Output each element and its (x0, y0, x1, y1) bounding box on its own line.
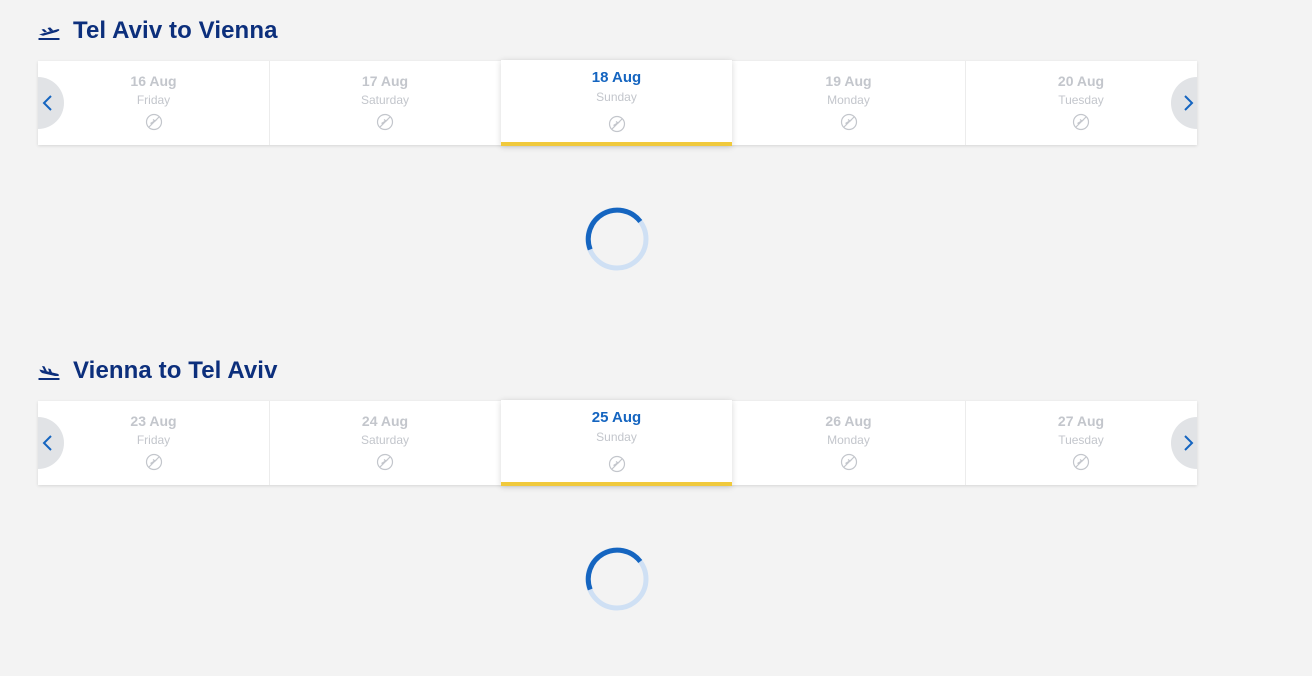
day-weekday: Sunday (596, 90, 637, 104)
day-weekday: Saturday (360, 93, 410, 107)
no-flights-icon (376, 453, 394, 471)
no-flights-icon (608, 115, 625, 133)
day-weekday: Monday (827, 93, 870, 107)
day-weekday: Sunday (596, 430, 637, 444)
chevron-right-icon (1183, 95, 1193, 111)
outbound-day-option[interactable]: 19 Aug Monday (733, 61, 964, 145)
day-date: 18 Aug (591, 69, 642, 86)
day-date: 25 Aug (591, 409, 642, 426)
day-weekday: Saturday (360, 433, 410, 447)
no-flights-icon (145, 453, 162, 471)
no-flights-icon (608, 455, 625, 473)
day-date: 20 Aug (1057, 73, 1105, 89)
outbound-day-option-selected[interactable]: 18 Aug Sunday (501, 60, 732, 146)
day-weekday: Tuesday (1058, 93, 1104, 107)
day-weekday: Friday (136, 93, 171, 107)
plane-departure-icon (37, 21, 61, 41)
day-weekday: Friday (136, 433, 171, 447)
return-title: Vienna to Tel Aviv (73, 357, 278, 384)
selected-indicator (501, 142, 732, 146)
return-date-strip: 23 Aug Friday 24 Aug Saturday 25 Aug Sun… (38, 400, 1197, 486)
outbound-day-option[interactable]: 17 Aug Saturday (269, 61, 500, 145)
chevron-right-icon (1183, 435, 1193, 451)
return-next-dates-button[interactable] (1171, 417, 1197, 469)
no-flights-icon (145, 113, 162, 131)
day-date: 17 Aug (361, 73, 409, 89)
day-weekday: Tuesday (1058, 433, 1104, 447)
day-date: 16 Aug (130, 73, 177, 89)
outbound-prev-dates-button[interactable] (38, 77, 64, 129)
day-date: 27 Aug (1057, 413, 1105, 429)
no-flights-icon (376, 113, 394, 131)
return-day-option[interactable]: 23 Aug Friday (38, 401, 269, 485)
day-date: 23 Aug (130, 413, 177, 429)
selected-indicator (501, 482, 732, 486)
loading-spinner-icon (585, 547, 649, 611)
outbound-heading: Tel Aviv to Vienna (37, 14, 278, 48)
outbound-day-option[interactable]: 16 Aug Friday (38, 61, 269, 145)
plane-arrival-icon (37, 361, 61, 381)
outbound-title: Tel Aviv to Vienna (73, 17, 278, 44)
return-heading: Vienna to Tel Aviv (37, 354, 278, 388)
return-day-option[interactable]: 24 Aug Saturday (269, 401, 500, 485)
day-date: 19 Aug (825, 73, 872, 89)
loading-spinner-icon (585, 207, 649, 271)
no-flights-icon (1072, 453, 1090, 471)
no-flights-icon (840, 453, 857, 471)
return-prev-dates-button[interactable] (38, 417, 64, 469)
return-day-option[interactable]: 27 Aug Tuesday (965, 401, 1196, 485)
day-date: 24 Aug (361, 413, 409, 429)
return-day-option[interactable]: 26 Aug Monday (733, 401, 964, 485)
no-flights-icon (840, 113, 857, 131)
no-flights-icon (1072, 113, 1090, 131)
chevron-left-icon (42, 435, 52, 451)
chevron-left-icon (42, 95, 52, 111)
day-weekday: Monday (827, 433, 870, 447)
outbound-next-dates-button[interactable] (1171, 77, 1197, 129)
day-date: 26 Aug (825, 413, 872, 429)
outbound-day-option[interactable]: 20 Aug Tuesday (965, 61, 1196, 145)
return-day-option-selected[interactable]: 25 Aug Sunday (501, 400, 732, 486)
outbound-date-strip: 16 Aug Friday 17 Aug Saturday 18 Aug Sun… (38, 60, 1197, 146)
